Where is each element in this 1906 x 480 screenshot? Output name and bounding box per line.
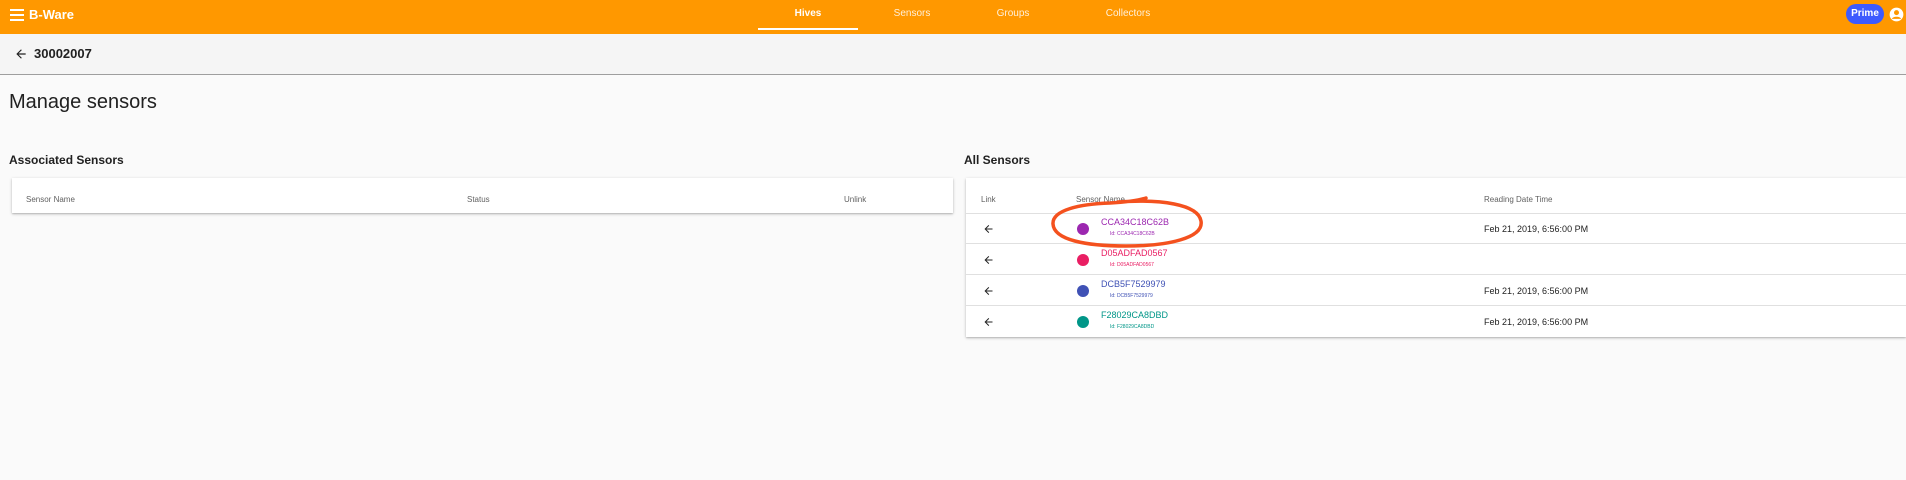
hive-id-title: 30002007	[34, 46, 92, 61]
table-row: DCB5F7529979 Id: DCB5F7529979 Feb 21, 20…	[966, 275, 1906, 306]
sensor-name-link[interactable]: CCA34C18C62B	[1101, 217, 1169, 227]
column-status: Status	[467, 195, 490, 204]
column-unlink: Unlink	[844, 195, 867, 204]
tab-hives[interactable]: Hives	[758, 0, 858, 30]
column-sensor-name: Sensor Name	[26, 195, 75, 204]
page-title: Manage sensors	[9, 91, 157, 113]
reading-date-time: Feb 21, 2019, 6:56:00 PM	[1484, 317, 1589, 327]
column-link: Link	[981, 195, 996, 204]
tab-collectors[interactable]: Collectors	[1078, 0, 1178, 30]
reading-date-time: Feb 21, 2019, 6:56:00 PM	[1484, 224, 1589, 234]
sensor-name-link[interactable]: F28029CA8DBD	[1101, 310, 1168, 320]
sensor-name-link[interactable]: DCB5F7529979	[1101, 279, 1166, 289]
table-row: CCA34C18C62B Id: CCA34C18C62B Feb 21, 20…	[966, 213, 1906, 244]
column-sensor-name: Sensor Name	[1076, 195, 1125, 204]
app-bar: B-Ware Hives Sensors Groups Collectors P…	[0, 0, 1906, 34]
menu-icon[interactable]	[10, 9, 24, 21]
app-brand[interactable]: B-Ware	[29, 7, 74, 22]
sensor-color-dot	[1077, 254, 1089, 266]
associated-sensors-table: Sensor Name Status Unlink	[12, 178, 953, 213]
tab-sensors[interactable]: Sensors	[872, 0, 952, 30]
link-arrow-icon[interactable]	[982, 254, 995, 266]
back-arrow-icon[interactable]	[14, 47, 28, 61]
all-sensors-title: All Sensors	[964, 153, 1031, 167]
table-row: D05ADFAD0567 Id: D05ADFAD0567	[966, 244, 1906, 275]
sensor-name-link[interactable]: D05ADFAD0567	[1101, 248, 1168, 258]
link-arrow-icon[interactable]	[982, 223, 995, 235]
sensor-id: Id: CCA34C18C62B	[1110, 231, 1155, 237]
table-row: F28029CA8DBD Id: F28029CA8DBD Feb 21, 20…	[966, 306, 1906, 337]
sensor-color-dot	[1077, 285, 1089, 297]
tab-groups[interactable]: Groups	[968, 0, 1058, 30]
sensor-id: Id: D05ADFAD0567	[1110, 262, 1154, 268]
sensor-color-dot	[1077, 223, 1089, 235]
sensor-id: Id: DCB5F7529979	[1110, 293, 1153, 299]
link-arrow-icon[interactable]	[982, 316, 995, 328]
associated-sensors-title: Associated Sensors	[9, 153, 124, 167]
sensor-id: Id: F28029CA8DBD	[1110, 324, 1155, 330]
table-body: CCA34C18C62B Id: CCA34C18C62B Feb 21, 20…	[966, 213, 1906, 337]
reading-date-time: Feb 21, 2019, 6:56:00 PM	[1484, 286, 1589, 296]
sub-toolbar: 30002007	[0, 34, 1906, 75]
link-arrow-icon[interactable]	[982, 285, 995, 297]
sensor-color-dot	[1077, 316, 1089, 328]
all-sensors-table: Link Sensor Name Reading Date Time CCA34…	[966, 178, 1906, 337]
account-circle-icon[interactable]	[1889, 7, 1904, 22]
column-reading-date-time: Reading Date Time	[1484, 195, 1553, 204]
prime-button[interactable]: Prime	[1846, 4, 1884, 24]
